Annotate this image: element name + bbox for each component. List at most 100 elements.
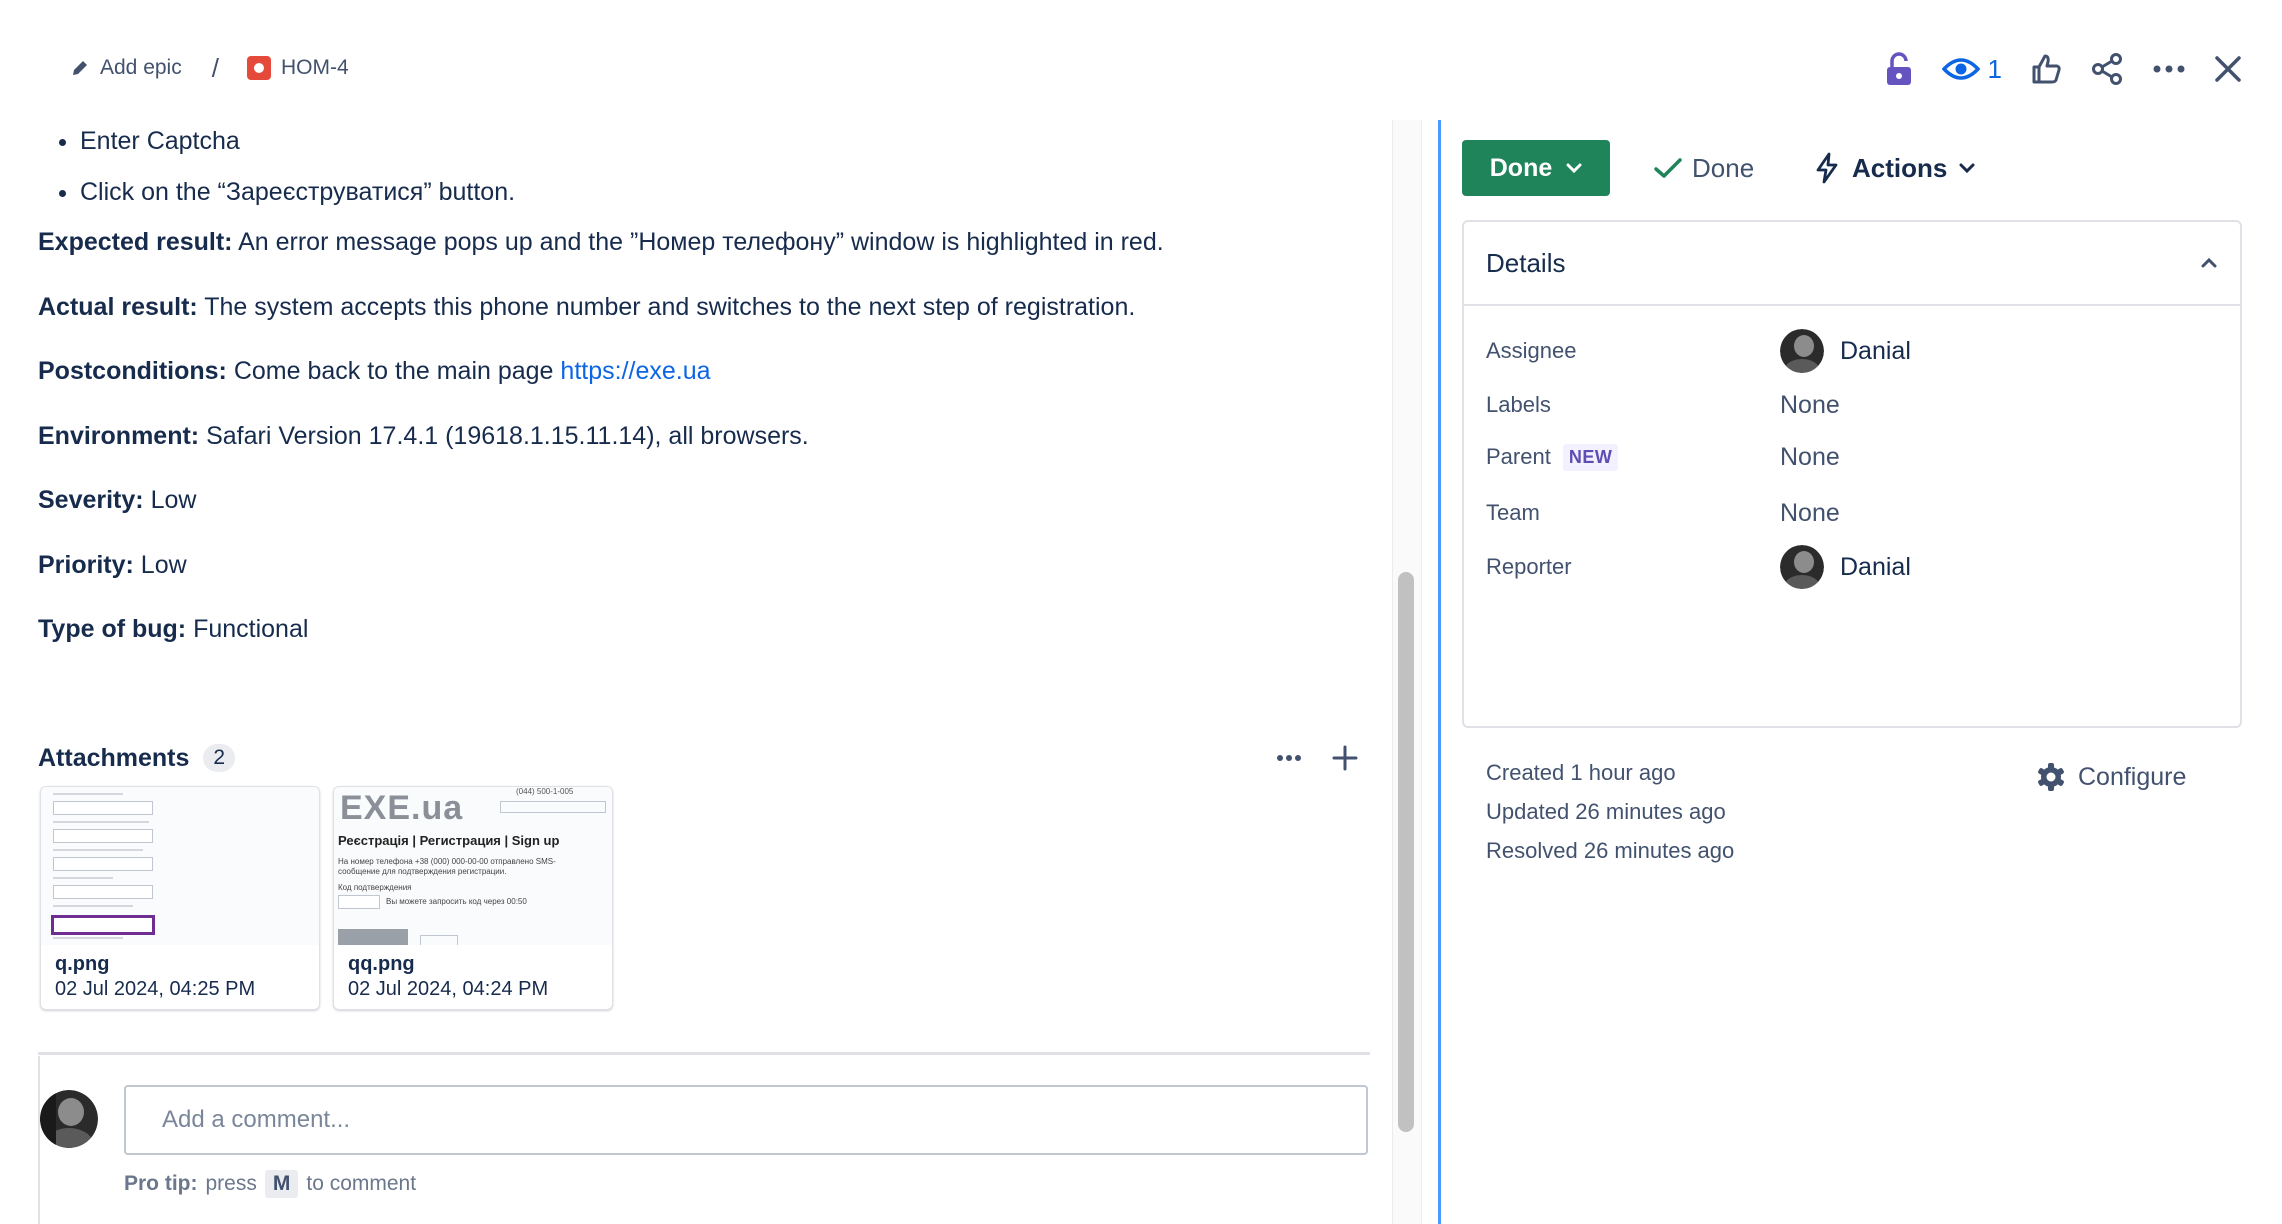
avatar bbox=[1780, 545, 1824, 589]
exe-ua-link[interactable]: https://exe.ua bbox=[560, 357, 710, 385]
comment-pro-tip: Pro tip: press M to comment bbox=[124, 1170, 416, 1198]
section-divider bbox=[38, 1052, 1370, 1055]
resolved-timestamp: Resolved 26 minutes ago bbox=[1486, 838, 1735, 863]
pencil-icon bbox=[73, 61, 87, 75]
lightning-icon bbox=[1816, 152, 1838, 184]
field-label: Labels bbox=[1486, 392, 1551, 417]
actions-button[interactable]: Actions bbox=[1814, 140, 1975, 196]
add-epic-label: Add epic bbox=[100, 56, 182, 79]
severity: Severity: Low bbox=[38, 486, 197, 514]
chevron-down-icon bbox=[1959, 163, 1975, 174]
scrollbar-thumb[interactable] bbox=[1398, 572, 1414, 1132]
actions-label: Actions bbox=[1852, 152, 1948, 183]
attachment-name: qq.png bbox=[348, 953, 415, 975]
field-label: Team bbox=[1486, 500, 1540, 525]
close-icon bbox=[2215, 56, 2241, 82]
created-timestamp: Created 1 hour ago bbox=[1486, 760, 1676, 785]
restrictions-button[interactable] bbox=[1884, 51, 1914, 87]
reporter-value[interactable]: Danial bbox=[1780, 545, 1911, 589]
attachments-more-icon[interactable] bbox=[1276, 754, 1302, 762]
close-button[interactable] bbox=[2214, 55, 2242, 83]
chevron-up-icon bbox=[2201, 257, 2217, 268]
postconditions: Postconditions: Come back to the main pa… bbox=[38, 357, 711, 385]
vote-button[interactable] bbox=[2030, 53, 2062, 85]
checkmark-icon bbox=[1654, 158, 1682, 178]
more-actions-button[interactable] bbox=[2152, 64, 2186, 74]
team-value[interactable]: None bbox=[1780, 499, 1840, 528]
breadcrumb-separator: / bbox=[211, 52, 219, 83]
parent-value[interactable]: None bbox=[1780, 443, 1840, 472]
issue-key-link[interactable]: HOM-4 bbox=[246, 56, 349, 80]
type-of-bug: Type of bug: Functional bbox=[38, 615, 309, 643]
status-transition-button[interactable]: Done bbox=[1462, 140, 1610, 196]
steps-list: Enter Captcha Click on the “Зареєструват… bbox=[38, 125, 1368, 208]
attachment-name: q.png bbox=[55, 953, 110, 975]
assignee-value[interactable]: Danial bbox=[1780, 329, 1911, 373]
avatar bbox=[1780, 329, 1824, 373]
issue-description[interactable]: Enter Captcha Click on the “Зареєструват… bbox=[38, 125, 1368, 678]
field-team: Team None bbox=[1486, 488, 2216, 538]
field-parent: Parent NEW None bbox=[1486, 432, 2216, 482]
configure-button[interactable]: Configure bbox=[2036, 762, 2186, 792]
field-labels: Labels None bbox=[1486, 380, 2216, 430]
thumb-heading: Реєстрація | Регистрация | Sign up bbox=[338, 833, 560, 848]
share-icon bbox=[2092, 53, 2122, 85]
watch-count: 1 bbox=[1987, 53, 2002, 84]
keyboard-shortcut-key: M bbox=[264, 1170, 299, 1198]
attachment-date: 02 Jul 2024, 04:25 PM bbox=[55, 978, 256, 1000]
add-epic-link[interactable]: Add epic bbox=[70, 56, 182, 80]
panel-resize-handle[interactable] bbox=[1438, 120, 1441, 1224]
expected-result: Expected result: An error message pops u… bbox=[38, 228, 1164, 256]
attachment-card[interactable]: EXE.ua (044) 500-1-005 Реєстрація | Реги… bbox=[333, 786, 613, 1010]
field-assignee: Assignee Danial bbox=[1486, 326, 2216, 376]
resolution-indicator: Done bbox=[1654, 140, 1754, 196]
labels-value[interactable]: None bbox=[1780, 391, 1840, 420]
comment-input[interactable]: Add a comment... bbox=[124, 1085, 1368, 1155]
priority: Priority: Low bbox=[38, 550, 187, 579]
field-reporter: Reporter Danial bbox=[1486, 542, 2216, 592]
current-user-avatar bbox=[40, 1090, 98, 1148]
issue-header-actions: 1 bbox=[1884, 44, 2242, 94]
breadcrumb: Add epic / HOM-4 bbox=[70, 50, 349, 86]
thumb-text: Код подтверждения bbox=[338, 883, 412, 892]
bug-icon bbox=[246, 56, 271, 80]
resolution-label: Done bbox=[1692, 152, 1755, 183]
thumbs-up-icon bbox=[2032, 54, 2061, 84]
chevron-down-icon bbox=[1566, 163, 1582, 174]
attachments-count-badge: 2 bbox=[203, 744, 236, 772]
step-item: Click on the “Зареєструватися” button. bbox=[80, 176, 1368, 209]
add-attachment-icon[interactable] bbox=[1332, 745, 1358, 771]
thumb-text: Вы можете запросить код через 00:50 bbox=[386, 897, 527, 906]
more-icon bbox=[2153, 65, 2185, 73]
comment-placeholder: Add a comment... bbox=[162, 1106, 351, 1133]
attachments-title: Attachments bbox=[38, 743, 190, 772]
gear-icon bbox=[2038, 763, 2064, 791]
watch-button[interactable]: 1 bbox=[1941, 53, 2002, 85]
actual-result: Actual result: The system accepts this p… bbox=[38, 292, 1136, 321]
field-label: Parent NEW bbox=[1486, 443, 1780, 471]
environment: Environment: Safari Version 17.4.1 (1961… bbox=[38, 421, 809, 450]
thumb-text: На номер телефона +38 (000) 000-00-00 от… bbox=[338, 857, 556, 866]
step-item: Enter Captcha bbox=[80, 125, 1368, 158]
updated-timestamp: Updated 26 minutes ago bbox=[1486, 799, 1726, 824]
configure-label: Configure bbox=[2078, 762, 2187, 791]
status-label: Done bbox=[1489, 153, 1553, 182]
details-panel-header[interactable]: Details bbox=[1464, 222, 2240, 306]
attachment-card[interactable]: q.png 02 Jul 2024, 04:25 PM bbox=[40, 786, 320, 1010]
attachment-thumbnail: EXE.ua (044) 500-1-005 Реєстрація | Реги… bbox=[334, 787, 612, 945]
field-label: Reporter bbox=[1486, 554, 1572, 579]
eye-icon bbox=[1941, 58, 1980, 80]
attachment-date: 02 Jul 2024, 04:24 PM bbox=[348, 978, 549, 1000]
details-title: Details bbox=[1486, 247, 1566, 278]
exe-logo: EXE.ua bbox=[340, 789, 464, 827]
new-badge: NEW bbox=[1562, 443, 1619, 471]
attachment-thumbnail bbox=[41, 787, 319, 945]
thumb-text: сообщение для подтверждения регистрации. bbox=[338, 867, 507, 876]
share-button[interactable] bbox=[2090, 52, 2124, 86]
attachments-header: Attachments 2 bbox=[38, 740, 1368, 776]
thumb-phone-text: (044) 500-1-005 bbox=[516, 787, 574, 796]
activity-edge bbox=[38, 1056, 40, 1224]
unlock-icon bbox=[1886, 52, 1911, 85]
field-label: Assignee bbox=[1486, 338, 1577, 363]
issue-key-label: HOM-4 bbox=[280, 56, 349, 79]
